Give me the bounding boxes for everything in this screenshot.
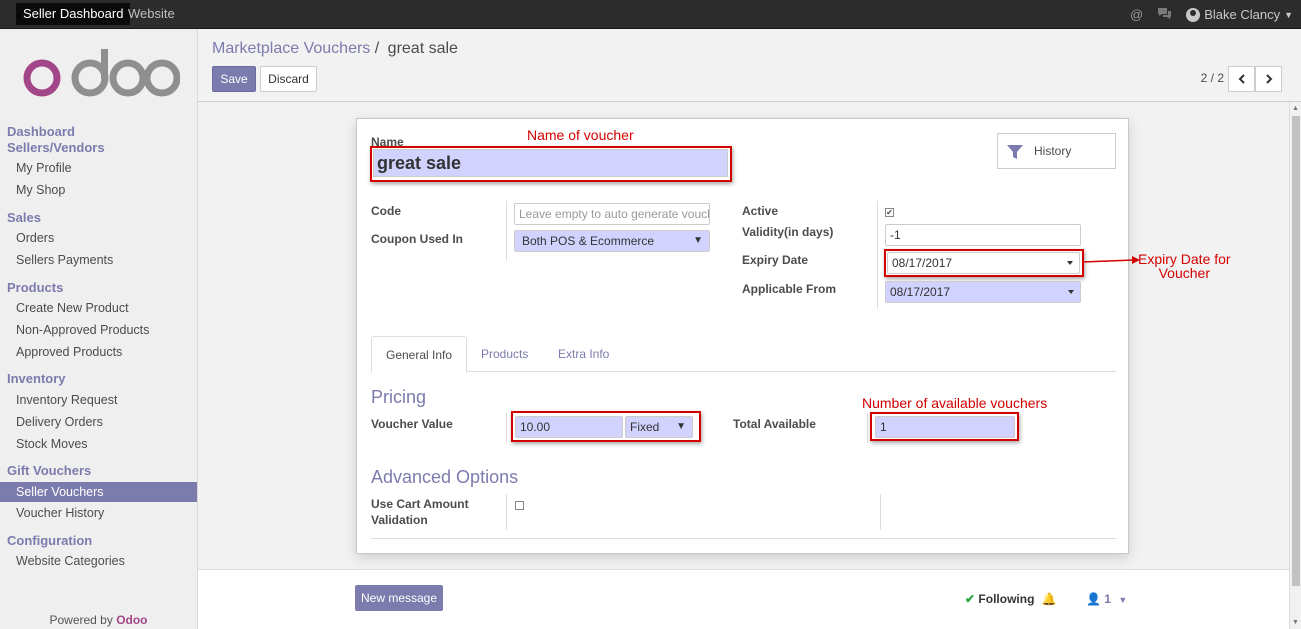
history-button[interactable]: History (997, 133, 1116, 169)
code-placeholder: Leave empty to auto generate vouch (519, 207, 710, 221)
sidebar-item-my-profile[interactable]: My Profile (0, 158, 197, 178)
mention-icon[interactable]: @ (1130, 7, 1143, 22)
bell-icon[interactable]: 🔔 (1042, 592, 1057, 606)
caret-down-icon: ▼ (1284, 9, 1293, 20)
control-panel: Marketplace Vouchers / great sale Save D… (198, 29, 1301, 102)
voucher-value-label: Voucher Value (371, 417, 453, 431)
pricing-title: Pricing (371, 387, 427, 407)
user-icon: 👤 (1086, 592, 1101, 606)
sidebar-cat-sellers[interactable]: Sellers/Vendors (7, 140, 105, 156)
pager-value: 2 / 2 (1200, 71, 1224, 85)
breadcrumb: Marketplace Vouchers / great sale (212, 40, 458, 57)
history-label: History (1034, 144, 1072, 158)
sidebar-item-my-shop[interactable]: My Shop (0, 180, 197, 200)
scroll-up-icon[interactable]: ▲ (1292, 105, 1299, 112)
powered-by-brand[interactable]: Odoo (116, 613, 147, 627)
pager-next-button[interactable] (1255, 66, 1282, 92)
total-available-label: Total Available (733, 417, 816, 431)
caret-down-icon (1068, 290, 1074, 294)
new-message-button[interactable]: New message (355, 585, 443, 611)
sidebar-item-non-approved-products[interactable]: Non-Approved Products (0, 320, 197, 340)
menu-website[interactable]: Website (121, 3, 182, 25)
annotation-value-box (511, 411, 701, 442)
cart-validation-label: Use Cart Amount Validation (371, 497, 469, 527)
sidebar-item-create-new-product[interactable]: Create New Product (0, 298, 197, 318)
form-sheet: Name great sale History Code Coupon Used… (356, 118, 1129, 554)
validity-label: Validity(in days) (742, 225, 834, 239)
applicable-from-input[interactable]: 08/17/2017 (885, 281, 1081, 303)
powered-by: Powered by Odoo (49, 613, 148, 627)
sidebar-cat-configuration[interactable]: Configuration (7, 533, 92, 549)
pager-previous-button[interactable] (1228, 66, 1255, 92)
avatar (1186, 7, 1201, 22)
sidebar-item-delivery-orders[interactable]: Delivery Orders (0, 412, 197, 432)
tab-general-info[interactable]: General Info (371, 336, 468, 373)
sidebar-item-inventory-request[interactable]: Inventory Request (0, 390, 197, 410)
sidebar-cat-inventory[interactable]: Inventory (7, 371, 66, 387)
active-checkbox[interactable]: ✔ (885, 208, 894, 217)
sidebar: Dashboard Sellers/Vendors My Profile My … (0, 29, 198, 629)
chat-icon[interactable] (1157, 7, 1172, 22)
sidebar-item-seller-vouchers[interactable]: Seller Vouchers (0, 482, 197, 502)
notebook-tabs: General Info Products Extra Info (371, 336, 1116, 373)
scrollbar-thumb[interactable] (1292, 116, 1300, 586)
coupon-used-in-label: Coupon Used In (371, 232, 463, 246)
chevron-right-icon (1265, 74, 1272, 84)
followers-button[interactable]: 👤 1 ▼ (1086, 592, 1127, 606)
expiry-date-label: Expiry Date (742, 253, 809, 267)
annotation-arrow (1082, 256, 1140, 264)
chatter: New message ✔ Following 🔔 👤 1 ▼ (198, 569, 1289, 629)
sidebar-item-orders[interactable]: Orders (0, 228, 197, 248)
sidebar-item-approved-products[interactable]: Approved Products (0, 342, 197, 362)
sidebar-cat-dashboard[interactable]: Dashboard (7, 124, 75, 140)
applicable-from-label: Applicable From (742, 282, 837, 296)
check-icon: ✔ (965, 592, 976, 606)
discard-button[interactable]: Discard (260, 66, 317, 92)
save-button[interactable]: Save (212, 66, 256, 92)
filter-icon (1007, 145, 1023, 159)
active-label: Active (742, 204, 779, 218)
code-input[interactable]: Leave empty to auto generate vouch (514, 203, 710, 225)
annotation-expiry-box (884, 249, 1084, 277)
breadcrumb-parent[interactable]: Marketplace Vouchers (212, 40, 370, 57)
user-name: Blake Clancy (1204, 7, 1281, 22)
coupon-used-in-select[interactable]: Both POS & Ecommerce ▼ (514, 230, 710, 252)
odoo-logo[interactable] (20, 43, 180, 103)
sidebar-item-stock-moves[interactable]: Stock Moves (0, 434, 197, 454)
menu-seller-dashboard[interactable]: Seller Dashboard (16, 3, 131, 25)
sidebar-item-voucher-history[interactable]: Voucher History (0, 503, 197, 523)
sidebar-cat-products[interactable]: Products (7, 280, 63, 296)
caret-down-icon: ▼ (1118, 595, 1128, 605)
select-arrow-icon: ▼ (693, 235, 703, 246)
annotation-available-text: Number of available vouchers (862, 395, 1048, 411)
annotation-expiry-text: Expiry Date for Voucher (1138, 251, 1231, 281)
scrollbar[interactable]: ▲ ▼ (1289, 102, 1301, 629)
sidebar-cat-sales[interactable]: Sales (7, 210, 41, 226)
advanced-options-title: Advanced Options (371, 467, 519, 487)
sidebar-item-sellers-payments[interactable]: Sellers Payments (0, 250, 197, 270)
cart-validation-checkbox[interactable] (515, 501, 524, 510)
code-label: Code (371, 204, 401, 218)
scroll-down-icon[interactable]: ▼ (1292, 619, 1299, 626)
sidebar-item-website-categories[interactable]: Website Categories (0, 551, 197, 571)
user-menu[interactable]: Blake Clancy ▼ (1186, 7, 1293, 22)
sidebar-cat-gift-vouchers[interactable]: Gift Vouchers (7, 463, 91, 479)
annotation-available-box (870, 412, 1019, 441)
annotation-name-box (370, 146, 732, 182)
breadcrumb-current: great sale (387, 40, 458, 57)
following-button[interactable]: ✔ Following 🔔 (965, 592, 1057, 606)
chevron-left-icon (1238, 74, 1245, 84)
tab-products[interactable]: Products (467, 336, 542, 372)
validity-input[interactable]: -1 (885, 224, 1081, 246)
tab-extra-info[interactable]: Extra Info (544, 336, 623, 372)
annotation-name-text: Name of voucher (527, 127, 634, 143)
top-navbar: Seller Dashboard Website @ Blake Clancy … (0, 0, 1301, 29)
